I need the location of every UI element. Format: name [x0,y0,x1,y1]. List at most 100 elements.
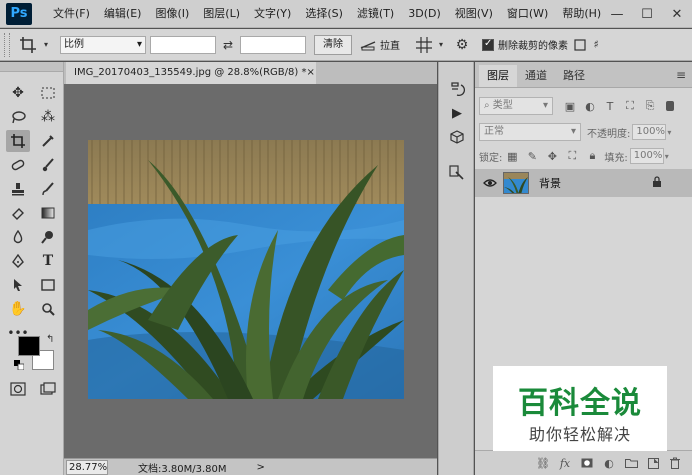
adjustment-layer-icon[interactable]: ◐ [598,453,620,473]
screen-mode-icon[interactable] [36,378,60,400]
blur-tool-icon[interactable] [6,226,30,248]
status-menu-arrow[interactable]: > [257,462,265,473]
zoom-tool-icon[interactable] [36,298,60,320]
history-brush-tool-icon[interactable] [36,178,60,200]
content-aware-text-icon[interactable]: ♯ [588,33,604,57]
lock-image-icon[interactable]: ✎ [525,149,539,163]
chevron-down-icon[interactable]: ▾ [40,33,52,57]
lasso-tool-icon[interactable] [6,106,30,128]
menu-3d[interactable]: 3D(D) [401,0,448,28]
close-icon[interactable]: × [306,62,314,84]
close-button[interactable]: ✕ [662,0,692,28]
menu-layer[interactable]: 图层(L) [196,0,247,28]
opacity-field[interactable]: 100% [632,124,667,140]
straighten-label[interactable]: 拉直 [380,37,400,52]
foreground-color-swatch[interactable] [18,336,40,356]
menu-image[interactable]: 图像(I) [148,0,196,28]
filter-adjustment-icon[interactable]: ◐ [583,99,597,113]
lock-transparent-icon[interactable]: ▦ [505,149,519,163]
filter-type-icon[interactable]: T [603,99,617,113]
options-grip[interactable] [4,32,10,57]
path-selection-tool-icon[interactable] [6,274,30,296]
lock-position-icon[interactable]: ✥ [545,149,559,163]
pen-tool-icon[interactable] [6,250,30,272]
lock-artboard-icon[interactable]: ⛶ [565,149,579,163]
swap-icon[interactable]: ⇄ [218,33,238,57]
gear-icon[interactable]: ⚙ [450,33,474,57]
menu-select[interactable]: 选择(S) [298,0,350,28]
lock-all-icon[interactable]: 🔒︎ [585,149,599,163]
fill-label: 填充: [604,152,628,164]
clear-button[interactable]: 清除 [314,34,352,55]
filter-smart-object-icon[interactable]: ⎘ [643,99,657,113]
crop-preset-icon[interactable] [16,33,40,57]
document-tab[interactable]: IMG_20170403_135549.jpg @ 28.8%(RGB/8) *… [66,62,316,84]
menu-help[interactable]: 帮助(H) [555,0,608,28]
layer-row[interactable]: 背景 [475,169,692,197]
history-panel-icon[interactable] [445,78,469,100]
delete-cropped-checkbox[interactable] [482,38,494,51]
minimize-button[interactable]: — [602,0,632,28]
gradient-tool-icon[interactable] [36,202,60,224]
filter-shape-icon[interactable]: ⛶ [623,99,637,113]
menu-file[interactable]: 文件(F) [46,0,97,28]
eraser-tool-icon[interactable] [6,202,30,224]
options-bar: ▾ 比例 ▾ ⇄ 清除 拉直 ▾ ⚙ 删除裁剪的像素 ♯ [0,29,692,61]
zoom-level-field[interactable]: 28.77% [66,459,108,475]
menu-edit[interactable]: 编辑(E) [97,0,149,28]
clone-stamp-tool-icon[interactable] [6,178,30,200]
3d-cube-icon[interactable] [445,126,469,148]
menu-filter[interactable]: 滤镜(T) [350,0,401,28]
chevron-down-icon[interactable]: ▾ [667,128,671,137]
fill-field[interactable]: 100% [629,148,664,164]
tab-layers[interactable]: 图层 [479,65,517,87]
filter-pixel-icon[interactable]: ▣ [563,99,577,113]
status-bar: 28.77% 文档:3.80M/3.80M > [64,458,437,475]
menu-view[interactable]: 视图(V) [448,0,500,28]
dodge-tool-icon[interactable] [36,226,60,248]
default-colors-icon[interactable] [14,360,25,371]
quick-mask-icon[interactable] [6,378,30,400]
filter-toggle-icon[interactable] [666,101,674,111]
hand-tool-icon[interactable]: ✋ [6,298,30,320]
overlay-grid-icon[interactable] [412,33,436,57]
type-tool-icon[interactable]: T [36,250,60,272]
actions-play-icon[interactable]: ▶ [445,102,469,124]
tools-panel-header[interactable] [0,62,63,72]
healing-brush-tool-icon[interactable] [6,154,30,176]
layer-filter-select[interactable]: ⌕ 类型 ▾ [479,97,553,115]
layer-name[interactable]: 背景 [539,175,561,191]
tab-channels[interactable]: 通道 [517,65,555,87]
content-aware-icon[interactable] [572,33,588,57]
document-image[interactable] [88,140,404,399]
crop-tool-icon[interactable] [6,130,30,152]
menu-window[interactable]: 窗口(W) [500,0,555,28]
tab-paths[interactable]: 路径 [555,65,593,87]
menu-type[interactable]: 文字(Y) [247,0,298,28]
adjustment-tool-icon[interactable] [445,162,469,184]
swap-colors-icon[interactable]: ↰ [46,334,54,345]
straighten-icon[interactable] [358,33,378,57]
width-field[interactable] [150,35,216,54]
new-group-icon[interactable] [620,453,642,473]
chevron-down-icon[interactable]: ▾ [436,33,446,57]
layer-style-fx-icon[interactable]: fx [554,453,576,473]
marquee-tool-icon[interactable] [36,82,60,104]
blend-mode-select[interactable]: 正常 ▾ [479,123,581,141]
trash-icon[interactable] [664,453,686,473]
move-tool-icon[interactable]: ✥ [6,82,30,104]
height-field[interactable] [240,35,306,54]
document-tab-title: IMG_20170403_135549.jpg @ 28.8%(RGB/8) * [74,67,307,78]
new-layer-icon[interactable] [642,453,664,473]
link-layers-icon[interactable]: ⛓ [532,453,554,473]
eye-icon[interactable] [483,178,497,188]
brush-tool-icon[interactable] [36,154,60,176]
maximize-button[interactable]: ☐ [632,0,662,28]
rectangle-tool-icon[interactable] [36,274,60,296]
add-mask-icon[interactable] [576,453,598,473]
eyedropper-tool-icon[interactable] [36,130,60,152]
ratio-select[interactable]: 比例 ▾ [60,35,146,54]
panel-menu-icon[interactable]: ≡ [676,68,686,82]
chevron-down-icon[interactable]: ▾ [665,152,669,161]
magic-wand-tool-icon[interactable]: ⁂ [36,106,60,128]
